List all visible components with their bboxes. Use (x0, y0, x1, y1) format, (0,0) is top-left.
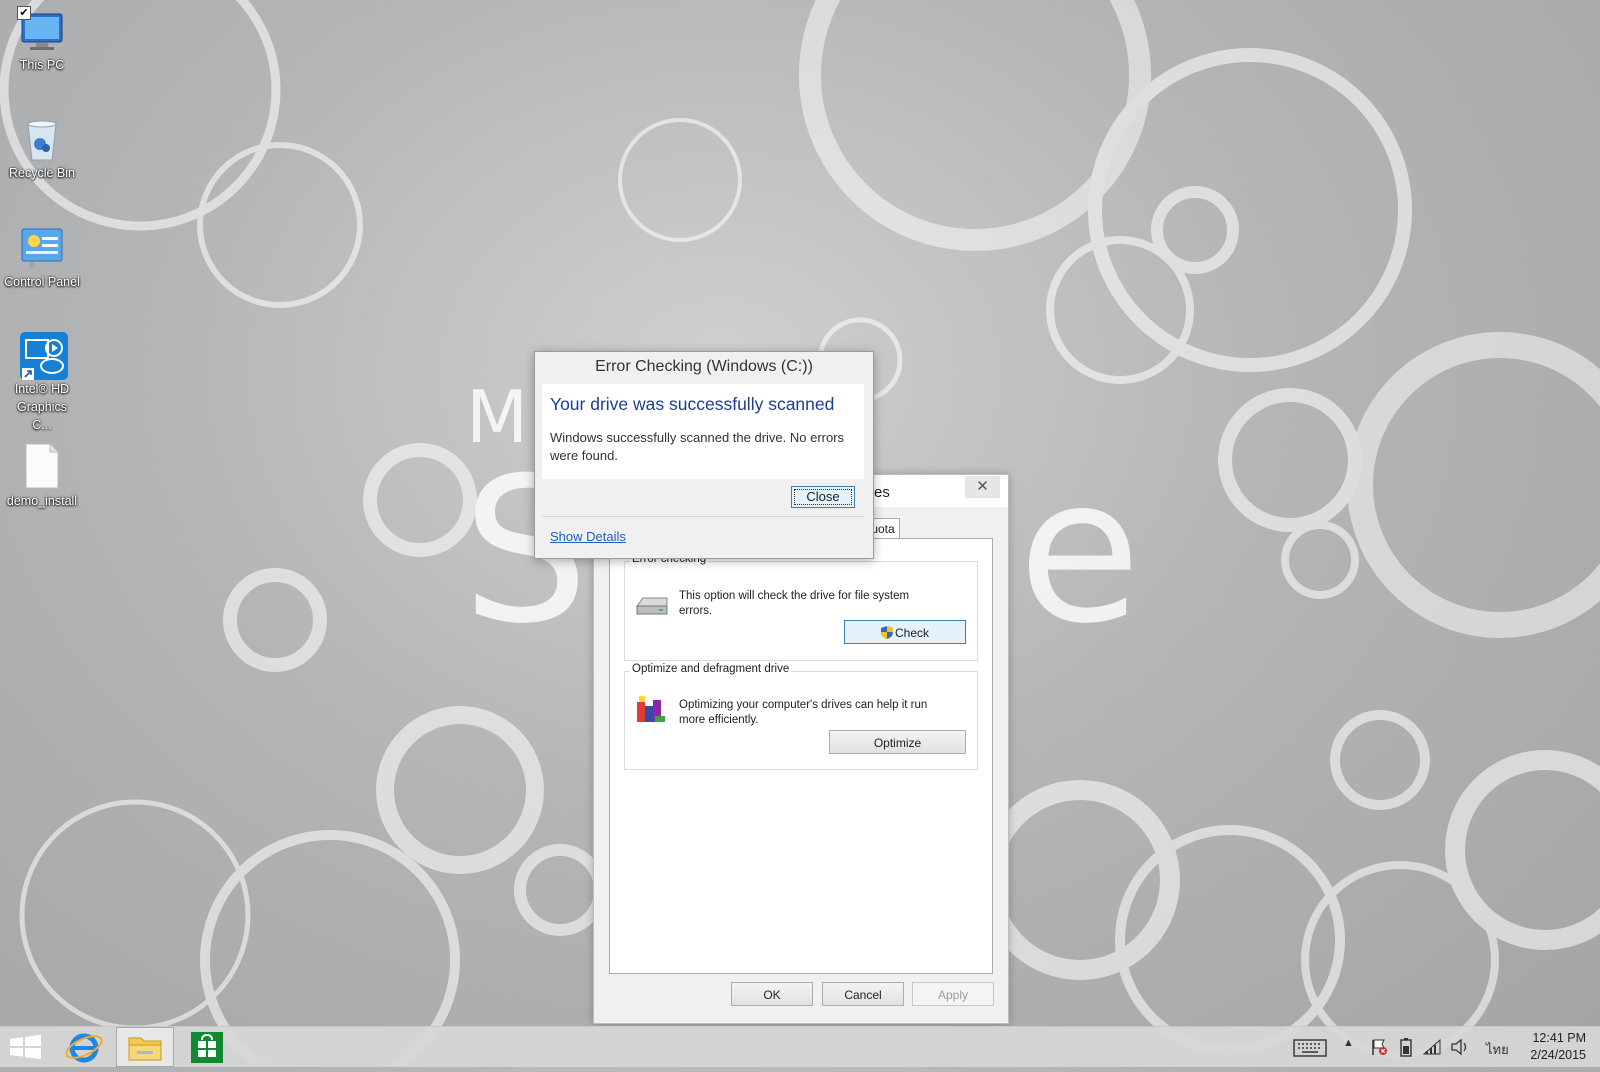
shield-icon (880, 623, 893, 639)
system-clock[interactable]: 12:41 PM 2/24/2015 (1530, 1030, 1586, 1064)
close-icon[interactable]: ✕ (965, 476, 1000, 498)
desktop-icon-label: Recycle Bin (9, 166, 75, 180)
divider (542, 516, 864, 517)
start-button[interactable] (0, 1027, 50, 1067)
tools-tab-page: Error checking This option will check th… (609, 538, 993, 974)
desktop-icon-this-pc[interactable]: ✔ This PC (0, 6, 84, 74)
defragment-icon (635, 694, 667, 731)
desktop-icon-demo-install[interactable]: demo_install (0, 442, 84, 510)
desktop-icon-label: This PC (19, 58, 65, 72)
internet-explorer-icon[interactable] (58, 1027, 110, 1067)
clock-date: 2/24/2015 (1530, 1048, 1586, 1062)
action-center-flag-icon[interactable] (1370, 1038, 1388, 1059)
control-panel-icon (18, 223, 66, 271)
error-checking-group: Error checking This option will check th… (624, 553, 978, 661)
error-checking-dialog: Error Checking (Windows (C:)) Your drive… (534, 351, 874, 559)
taskbar: ▲ ไทย 12:41 PM 2/24/2015 (0, 1026, 1600, 1067)
desktop-icon-recycle-bin[interactable]: Recycle Bin (0, 114, 84, 182)
recycle-bin-icon (18, 114, 66, 162)
file-explorer-icon[interactable] (116, 1027, 174, 1067)
store-icon[interactable] (182, 1027, 232, 1067)
show-hidden-icons-icon[interactable]: ▲ (1343, 1037, 1354, 1049)
cancel-button[interactable]: Cancel (822, 982, 904, 1006)
properties-title: es (874, 484, 890, 501)
group-title: Optimize and defragment drive (630, 663, 792, 675)
document-icon (18, 442, 66, 490)
check-button[interactable]: Check (844, 620, 966, 644)
error-checking-description: This option will check the drive for fil… (679, 590, 910, 617)
dialog-heading: Your drive was successfully scanned (550, 394, 835, 414)
desktop-icon-label: Control Panel (4, 275, 80, 289)
touch-keyboard-icon[interactable] (1293, 1039, 1327, 1060)
check-button-label: Check (894, 626, 929, 640)
desktop-icon-label: Intel® HD Graphics C... (14, 382, 70, 432)
optimize-group: Optimize and defragment drive Optimizing… (624, 663, 978, 770)
desktop-icon-checkbox[interactable]: ✔ (17, 6, 31, 20)
show-details-link[interactable]: Show Details (550, 529, 626, 544)
clock-time: 12:41 PM (1532, 1031, 1586, 1045)
input-language-indicator[interactable]: ไทย (1486, 1039, 1509, 1060)
windows-logo-icon (10, 1034, 41, 1060)
close-button[interactable]: Close (791, 486, 855, 508)
desktop-icon-control-panel[interactable]: Control Panel (0, 223, 84, 291)
optimize-description: Optimizing your computer's drives can he… (679, 699, 928, 726)
intel-graphics-icon (18, 330, 68, 380)
optimize-button[interactable]: Optimize (829, 730, 966, 754)
battery-icon[interactable] (1398, 1037, 1414, 1060)
dialog-title: Error Checking (Windows (C:)) (595, 358, 813, 375)
desktop-icon-intel-graphics[interactable]: Intel® HD Graphics C... (0, 330, 84, 434)
network-signal-icon[interactable] (1422, 1038, 1441, 1058)
dialog-message: Windows successfully scanned the drive. … (550, 430, 845, 463)
volume-icon[interactable] (1450, 1038, 1470, 1059)
ok-button[interactable]: OK (731, 982, 813, 1006)
desktop-icon-label: demo_install (6, 494, 78, 508)
apply-button[interactable]: Apply (912, 982, 994, 1006)
drive-icon (635, 594, 669, 621)
dialog-body: Your drive was successfully scanned Wind… (542, 384, 864, 479)
